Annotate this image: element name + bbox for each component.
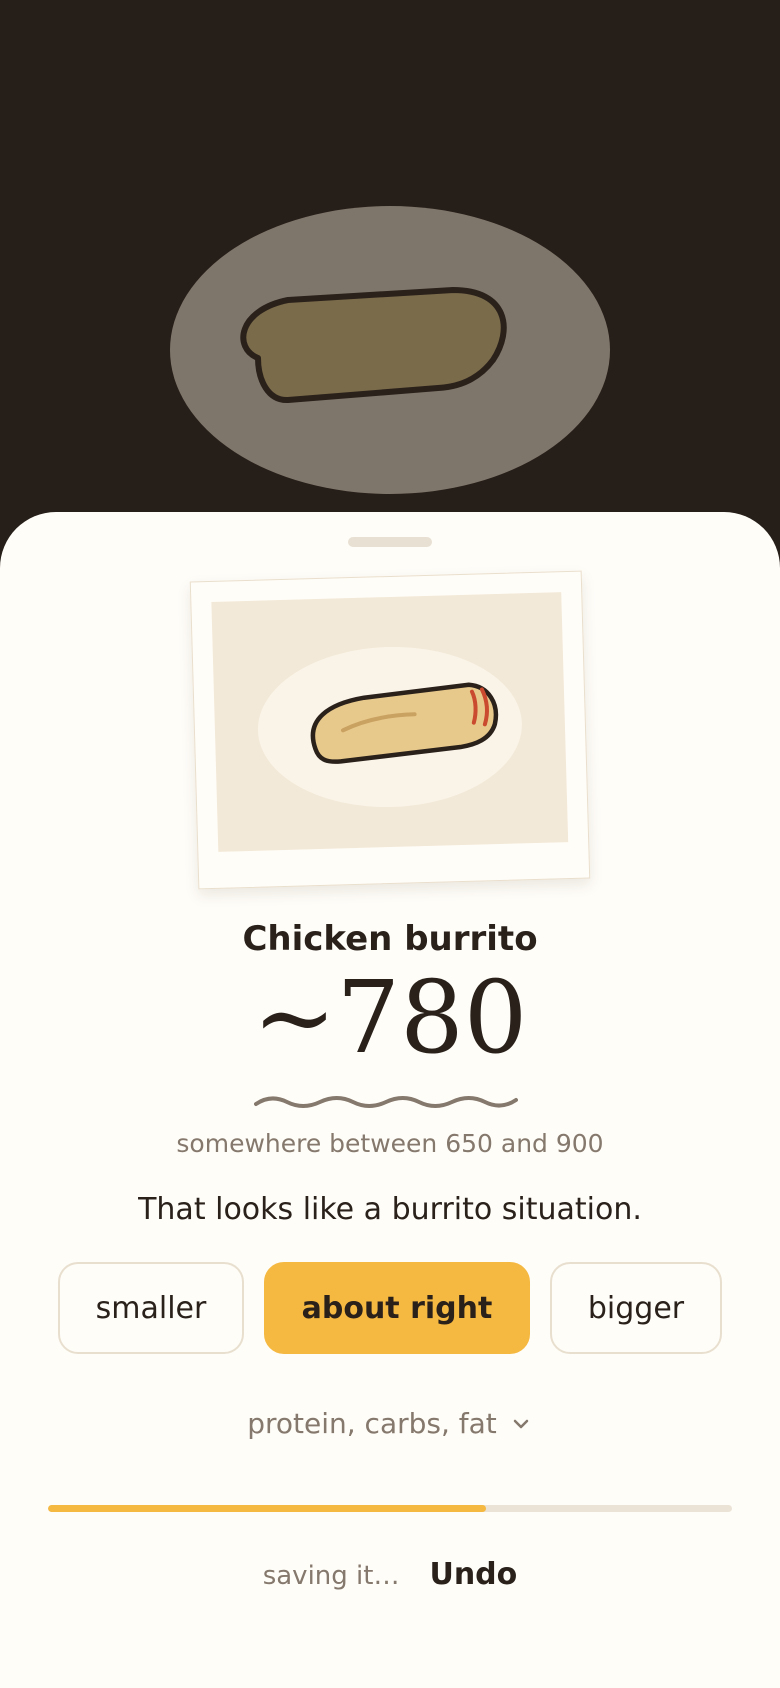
undo-button[interactable]: Undo bbox=[429, 1557, 517, 1592]
chevron-down-icon bbox=[513, 1419, 529, 1428]
food-name: Chicken burrito bbox=[242, 919, 538, 959]
portion-about-right-button[interactable]: about right bbox=[264, 1262, 530, 1354]
food-photo bbox=[211, 592, 569, 852]
camera-preview bbox=[0, 0, 780, 560]
burrito-icon bbox=[257, 646, 522, 808]
save-progress-fill bbox=[48, 1505, 486, 1512]
save-status: saving it… bbox=[262, 1561, 400, 1591]
plate-preview-illustration bbox=[170, 206, 610, 494]
macros-toggle[interactable]: protein, carbs, fat bbox=[0, 1407, 780, 1440]
calorie-range: somewhere between 650 and 900 bbox=[176, 1129, 604, 1158]
portion-smaller-button[interactable]: smaller bbox=[58, 1262, 244, 1354]
macros-label: protein, carbs, fat bbox=[247, 1407, 497, 1440]
sheet-grabber[interactable] bbox=[348, 537, 432, 547]
portion-bigger-button[interactable]: bigger bbox=[550, 1262, 722, 1354]
save-status-row: saving it… Undo bbox=[0, 1557, 780, 1592]
calorie-estimate: ~780 bbox=[252, 959, 528, 1076]
result-sheet: Chicken burrito ~780 somewhere between 6… bbox=[0, 512, 780, 1688]
food-quip: That looks like a burrito situation. bbox=[138, 1192, 642, 1227]
food-photo-card bbox=[189, 570, 591, 890]
squiggle-underline bbox=[254, 1096, 518, 1108]
save-progress-bar bbox=[48, 1505, 732, 1512]
